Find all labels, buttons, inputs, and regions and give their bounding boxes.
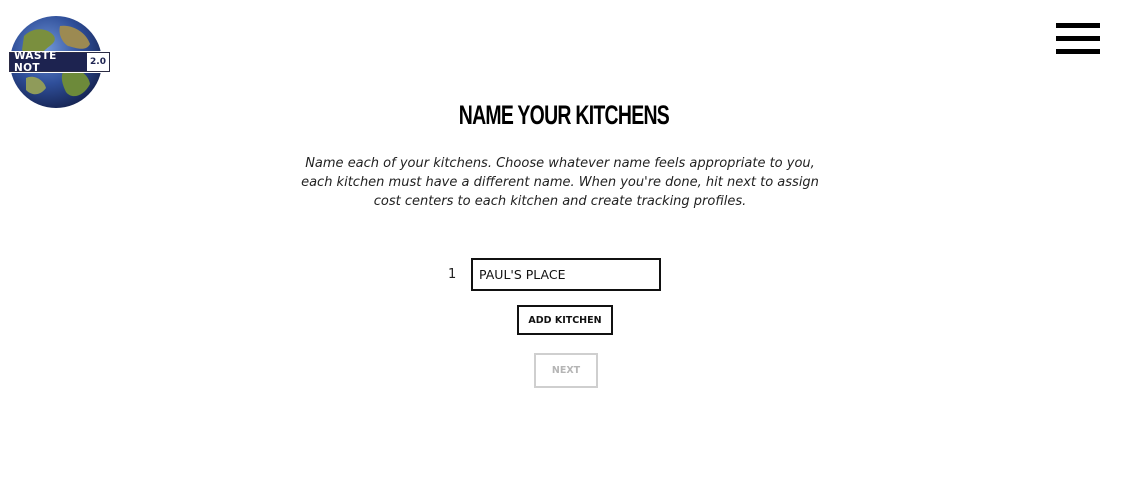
page-description: Name each of your kitchens. Choose whate… [301, 156, 819, 209]
next-button[interactable]: NEXT [534, 353, 598, 388]
menu-bar [1056, 23, 1100, 28]
waste-not-logo[interactable]: WASTE NOT 2.0 [6, 16, 110, 110]
page-title: NAME YOUR KITCHENS [458, 100, 670, 130]
kitchen-number: 1 [448, 267, 457, 282]
logo-name: WASTE NOT [10, 50, 88, 74]
kitchen-name-input[interactable] [471, 258, 661, 291]
hamburger-menu-icon[interactable] [1054, 22, 1102, 58]
menu-bar [1056, 36, 1100, 41]
logo-version: 2.0 [87, 53, 109, 71]
menu-bar [1056, 49, 1100, 54]
logo-badge: WASTE NOT 2.0 [9, 50, 110, 74]
add-kitchen-button[interactable]: ADD KITCHEN [517, 305, 613, 335]
kitchen-row: 1 [448, 258, 661, 291]
page: WASTE NOT 2.0 NAME YOUR KITCHENS Name ea… [0, 0, 1130, 492]
